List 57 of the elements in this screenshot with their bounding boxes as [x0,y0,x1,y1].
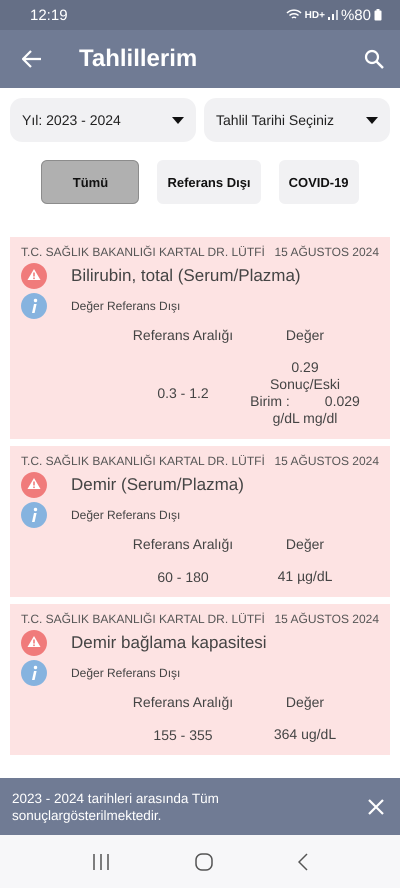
battery-level: %80 [340,6,371,24]
info-icon [21,660,47,686]
signal-icon [328,10,338,20]
column-header: Değer [284,327,326,343]
warning-icon [21,630,47,656]
reference-range: 155 - 355 [152,726,214,742]
result-date: 15 AĞUSTOS 2024 [274,612,379,626]
test-name: Bilirubin, total (Serum/Plazma) [71,266,301,286]
back-nav-icon[interactable] [298,852,308,870]
info-icon [21,502,47,528]
test-name: Demir (Serum/Plazma) [71,475,244,495]
column-header: Referans Aralığı [132,327,234,343]
status-text: Değer Referans Dışı [71,666,180,680]
result-card[interactable]: T.C. SAĞLIK BAKANLIĞI KARTAL DR. LÜTFİ 15 AĞUSTOS 2024 Bilirubin, total (Serum/Plazma) Değer Referans Dışı Referans Aralığı Değer 0.3 - 1.2 0.29 Sonuç/Eski Birim : 0.029 g/dL mg/dl [10,237,390,439]
reference-range: 0.3 - 1.2 [156,385,210,401]
column-header: Referans Aralığı [132,694,234,710]
hospital-name: T.C. SAĞLIK BAKANLIĞI KARTAL DR. LÜTFİ [21,245,265,259]
column-header: Değer [284,694,326,710]
back-icon[interactable] [22,50,42,68]
status-text: Değer Referans Dışı [71,508,180,522]
filter-chip[interactable]: Referans Dışı [157,160,261,204]
test-name: Demir bağlama kapasitesi [71,633,267,653]
info-icon [21,293,47,319]
result-value: 41 µg/dL [278,568,332,585]
result-value: g/dL mg/dl [272,410,338,427]
result-date: 15 AĞUSTOS 2024 [274,454,379,468]
network-type: HD+ [304,10,325,20]
status-text: Değer Referans Dışı [71,299,180,313]
dropdown[interactable]: Yıl: 2023 - 2024 [10,98,196,142]
close-icon[interactable] [368,798,384,814]
status-time: 12:19 [30,6,68,24]
result-card[interactable]: T.C. SAĞLIK BAKANLIĞI KARTAL DR. LÜTFİ 15 AĞUSTOS 2024 Demir (Serum/Plazma) Değer Referans Dışı Referans Aralığı Değer 60 - 180 41 µg/dL [10,446,390,597]
result-value: 0.29 [291,359,319,376]
caret-icon [366,116,378,124]
result-date: 15 AĞUSTOS 2024 [274,245,379,259]
warning-icon [21,472,47,498]
column-header: Referans Aralığı [132,536,234,552]
result-value: Birim : 0.029 [250,393,360,410]
reference-range: 60 - 180 [156,568,210,584]
battery-icon [374,9,382,21]
caret-icon [172,116,184,124]
wifi-icon [286,9,302,21]
warning-icon [21,263,47,289]
column-header: Değer [284,536,326,552]
recent-apps-icon[interactable] [92,854,110,870]
home-icon[interactable] [194,852,213,870]
search-icon[interactable] [364,49,384,69]
snackbar-message: 2023 - 2024 tarihleri arasında Tüm sonuçlargösterilmektedir. [12,790,220,824]
hospital-name: T.C. SAĞLIK BAKANLIĞI KARTAL DR. LÜTFİ [21,612,265,626]
page-title: Tahlillerim [79,45,198,73]
hospital-name: T.C. SAĞLIK BAKANLIĞI KARTAL DR. LÜTFİ [21,454,265,468]
filter-chip[interactable]: COVID-19 [278,160,359,204]
dropdown[interactable]: Tahlil Tarihi Seçiniz [204,98,390,142]
filter-chip[interactable]: Tümü [41,160,140,204]
result-value: Sonuç/Eski [270,376,340,393]
result-card[interactable]: T.C. SAĞLIK BAKANLIĞI KARTAL DR. LÜTFİ 15 AĞUSTOS 2024 Demir bağlama kapasitesi Değer Referans Dışı Referans Aralığı Değer 155 - 355 364 ug/dL [10,604,390,755]
result-value: 364 ug/dL [274,726,336,743]
